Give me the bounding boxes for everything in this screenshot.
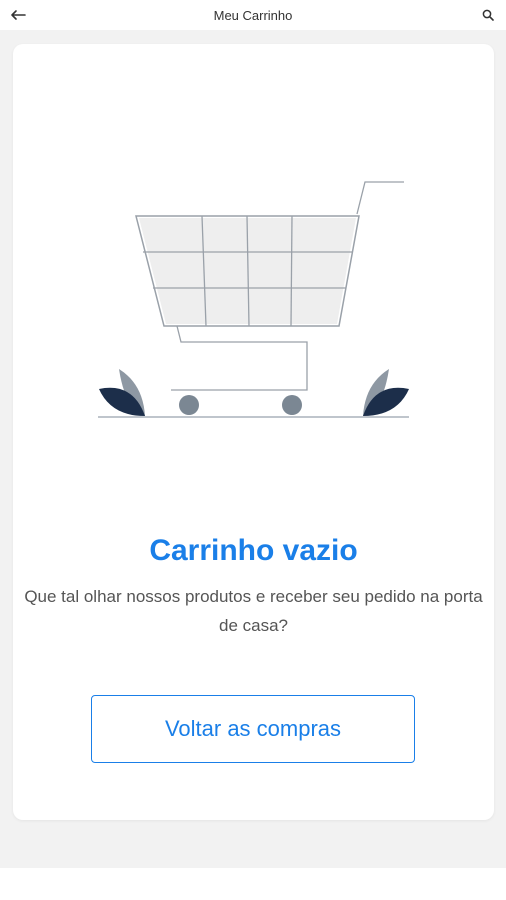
top-app-bar: Meu Carrinho bbox=[0, 0, 506, 30]
bottom-bar bbox=[0, 868, 506, 900]
shopping-cart-icon bbox=[98, 181, 409, 418]
empty-cart-title: Carrinho vazio bbox=[149, 534, 358, 567]
page-title: Meu Carrinho bbox=[213, 8, 293, 23]
search-button[interactable] bbox=[476, 4, 500, 26]
empty-cart-card: Carrinho vazio Que tal olhar nossos prod… bbox=[13, 44, 494, 820]
back-to-shopping-button[interactable]: Voltar as compras bbox=[91, 695, 415, 763]
empty-cart-message: Que tal olhar nossos produtos e receber … bbox=[24, 587, 483, 635]
search-icon bbox=[482, 9, 494, 21]
